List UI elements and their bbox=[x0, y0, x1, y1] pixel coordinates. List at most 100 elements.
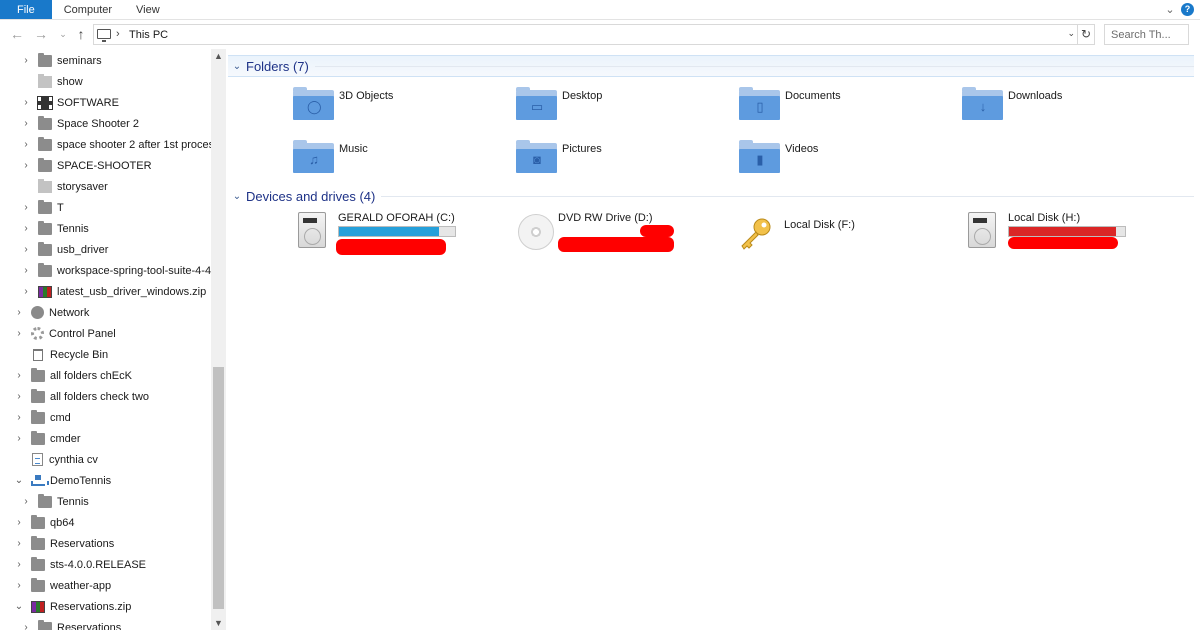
expand-ribbon-icon[interactable]: ⌄ bbox=[1161, 0, 1179, 19]
view-tab[interactable]: View bbox=[124, 0, 172, 19]
collapse-icon[interactable]: ⌄ bbox=[228, 61, 246, 72]
nav-item[interactable]: › SPACE-SHOOTER bbox=[20, 155, 152, 176]
scroll-up-icon[interactable]: ▲ bbox=[211, 49, 226, 63]
folder-tile[interactable]: ▮ Videos bbox=[739, 140, 939, 187]
expand-chevron-icon[interactable]: › bbox=[13, 538, 25, 549]
nav-item[interactable]: › seminars bbox=[20, 50, 102, 71]
address-dropdown-icon[interactable]: ⌄ bbox=[1067, 28, 1075, 39]
nav-item[interactable]: › space shooter 2 after 1st processing bbox=[20, 134, 226, 155]
help-icon[interactable]: ? bbox=[1181, 3, 1194, 16]
expand-chevron-icon[interactable]: › bbox=[13, 580, 25, 591]
nav-item[interactable]: › weather-app bbox=[13, 575, 111, 596]
expand-chevron-icon[interactable]: › bbox=[20, 244, 32, 255]
folder-label: 3D Objects bbox=[339, 90, 394, 102]
folder-glyph-icon: ◙ bbox=[533, 152, 541, 167]
nav-item[interactable]: › Reservations bbox=[13, 533, 114, 554]
ribbon: File Computer View ⌄ ? bbox=[0, 0, 1200, 20]
nav-item[interactable]: › qb64 bbox=[13, 512, 74, 533]
expand-chevron-icon[interactable]: › bbox=[20, 202, 32, 213]
expand-chevron-icon[interactable]: › bbox=[13, 328, 25, 339]
expand-chevron-icon[interactable]: › bbox=[13, 412, 25, 423]
computer-tab[interactable]: Computer bbox=[52, 0, 124, 19]
expand-chevron-icon[interactable]: › bbox=[20, 160, 32, 171]
refresh-icon[interactable]: ↻ bbox=[1078, 24, 1095, 45]
drive-label: DVD RW Drive (D:) bbox=[558, 212, 653, 224]
nav-item-label: all folders check two bbox=[50, 390, 150, 403]
nav-scrollbar[interactable]: ▲ ▼ bbox=[211, 49, 226, 630]
nav-item[interactable]: › Tennis bbox=[20, 491, 89, 512]
expand-chevron-icon[interactable]: › bbox=[20, 223, 32, 234]
nav-item[interactable]: › cmd bbox=[13, 407, 71, 428]
nav-item-label: cynthia cv bbox=[49, 453, 98, 466]
nav-item[interactable]: ⌄ DemoTennis bbox=[13, 470, 111, 491]
nav-item[interactable]: › Control Panel bbox=[13, 323, 116, 344]
expanded-chevron-icon[interactable]: ⌄ bbox=[13, 475, 25, 486]
nav-item[interactable]: › T bbox=[20, 197, 64, 218]
folder-label: Downloads bbox=[1008, 90, 1063, 102]
expand-chevron-icon[interactable]: › bbox=[20, 118, 32, 129]
folder-tile[interactable]: ▯ Documents bbox=[739, 87, 939, 134]
nav-item[interactable]: Recycle Bin bbox=[13, 344, 108, 365]
recent-locations-icon[interactable]: ⌄ bbox=[55, 26, 71, 42]
folder-tile[interactable]: ▭ Desktop bbox=[516, 87, 716, 134]
nav-item[interactable]: › Space Shooter 2 bbox=[20, 113, 139, 134]
expand-chevron-icon[interactable]: › bbox=[13, 517, 25, 528]
expand-chevron-icon[interactable]: › bbox=[20, 496, 32, 507]
drives-group-header[interactable]: ⌄ Devices and drives (4) bbox=[228, 185, 1194, 207]
expand-chevron-icon[interactable]: › bbox=[20, 97, 32, 108]
nav-item[interactable]: › latest_usb_driver_windows.zip bbox=[20, 281, 206, 302]
expand-chevron-icon[interactable]: › bbox=[13, 433, 25, 444]
expand-chevron-icon[interactable]: › bbox=[20, 139, 32, 150]
nav-item[interactable]: › usb_driver bbox=[20, 239, 108, 260]
nav-item[interactable]: show bbox=[20, 71, 83, 92]
nav-item[interactable]: › SOFTWARE bbox=[20, 92, 119, 113]
file-tab[interactable]: File bbox=[0, 0, 52, 19]
nav-item[interactable]: › workspace-spring-tool-suite-4-4.0 bbox=[20, 260, 220, 281]
breadcrumb-this-pc[interactable]: This PC bbox=[129, 29, 168, 41]
expand-chevron-icon[interactable]: › bbox=[20, 286, 32, 297]
nav-item[interactable]: › Network bbox=[13, 302, 89, 323]
nav-item[interactable]: › all folders check two bbox=[13, 386, 149, 407]
expand-chevron-icon[interactable]: › bbox=[20, 622, 32, 630]
nav-item[interactable]: ⌄ Reservations.zip bbox=[13, 596, 131, 617]
expand-chevron-icon[interactable]: › bbox=[13, 370, 25, 381]
nav-item-label: show bbox=[57, 75, 83, 88]
nav-item[interactable]: › Tennis bbox=[20, 218, 89, 239]
forward-arrow-icon[interactable]: → bbox=[33, 26, 49, 42]
expand-chevron-icon[interactable]: › bbox=[20, 265, 32, 276]
expand-chevron-icon[interactable]: › bbox=[20, 55, 32, 66]
redaction-mark bbox=[336, 239, 446, 255]
nav-item[interactable]: cynthia cv bbox=[13, 449, 98, 470]
scroll-down-icon[interactable]: ▼ bbox=[211, 616, 226, 630]
expanded-chevron-icon[interactable]: ⌄ bbox=[13, 601, 25, 612]
folder-label: Desktop bbox=[562, 90, 603, 102]
folder-icon bbox=[38, 52, 52, 67]
folder-tile[interactable]: ◯ 3D Objects bbox=[293, 87, 493, 134]
nav-item[interactable]: › cmder bbox=[13, 428, 81, 449]
folder-icon bbox=[38, 178, 52, 193]
folder-icon: ↓ bbox=[962, 87, 1003, 120]
nav-item[interactable]: › all folders chEcK bbox=[13, 365, 132, 386]
drive-tile[interactable]: Local Disk (F:) bbox=[738, 212, 953, 256]
nav-item[interactable]: › sts-4.0.0.RELEASE bbox=[13, 554, 146, 575]
folder-tile[interactable]: ↓ Downloads bbox=[962, 87, 1162, 134]
folder-tile[interactable]: ♫ Music bbox=[293, 140, 493, 187]
nav-item[interactable]: storysaver bbox=[20, 176, 108, 197]
folder-glyph-icon: ▭ bbox=[530, 99, 544, 114]
up-arrow-icon[interactable]: ↑ bbox=[73, 26, 89, 42]
back-arrow-icon[interactable]: ← bbox=[9, 26, 25, 42]
address-bar[interactable]: › This PC ⌄ bbox=[93, 24, 1078, 45]
expand-chevron-icon[interactable]: › bbox=[13, 559, 25, 570]
search-input[interactable]: Search Th... bbox=[1104, 24, 1189, 45]
collapse-icon[interactable]: ⌄ bbox=[228, 191, 246, 202]
folders-group-header[interactable]: ⌄ Folders (7) bbox=[228, 55, 1194, 77]
expand-chevron-icon[interactable]: › bbox=[13, 307, 25, 318]
expand-chevron-icon[interactable]: › bbox=[13, 391, 25, 402]
nav-item[interactable]: › Reservations bbox=[20, 617, 121, 630]
scroll-thumb[interactable] bbox=[213, 367, 224, 609]
folder-icon bbox=[38, 115, 52, 130]
breadcrumb-separator-icon[interactable]: › bbox=[116, 28, 120, 40]
drive-tile[interactable]: Local Disk (H:) bbox=[968, 212, 1183, 256]
nav-item-label: DemoTennis bbox=[50, 474, 112, 487]
folder-tile[interactable]: ◙ Pictures bbox=[516, 140, 716, 187]
